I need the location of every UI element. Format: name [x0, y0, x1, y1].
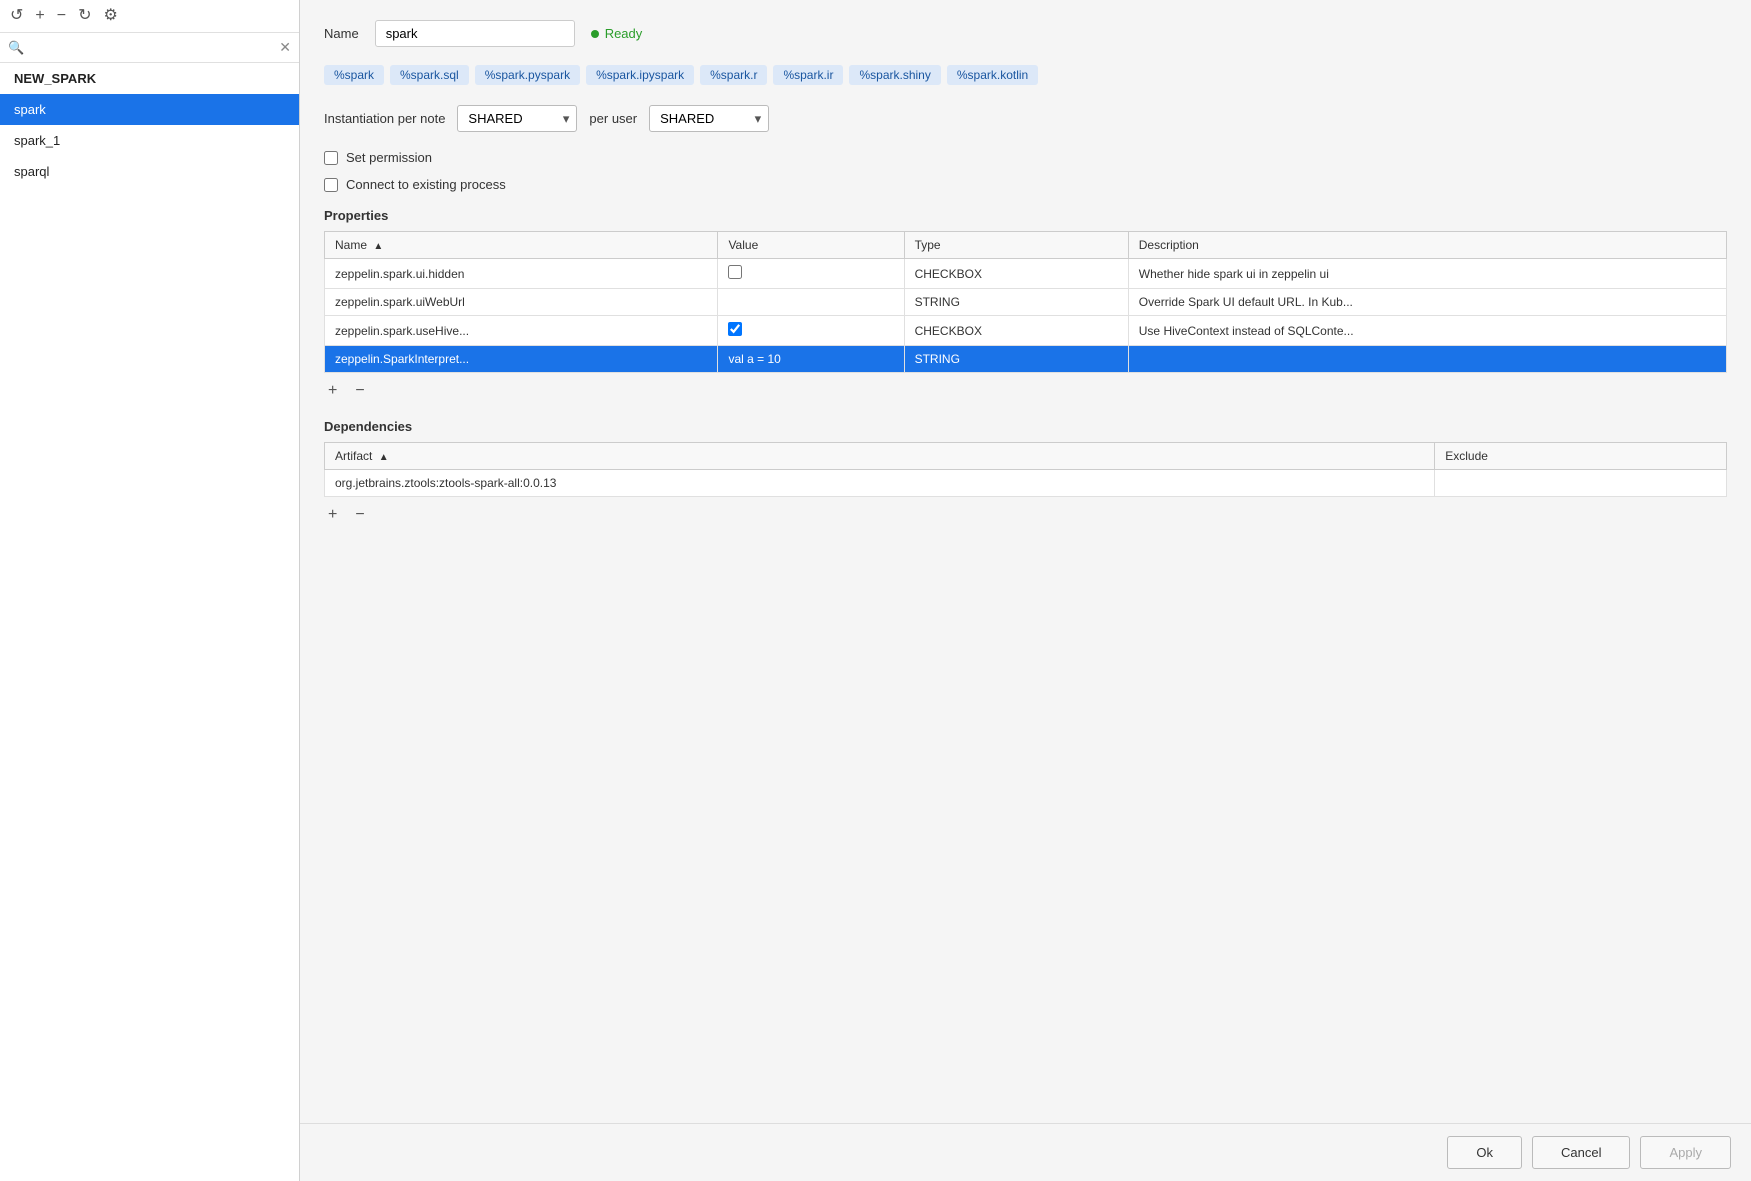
connect-existing-label: Connect to existing process: [346, 177, 506, 192]
sidebar-toolbar: ↺ + − ↻ ⚙: [0, 0, 299, 33]
minus-icon[interactable]: −: [57, 8, 66, 24]
col-description[interactable]: Description: [1128, 232, 1726, 259]
content-body: Name Ready %spark %spark.sql %spark.pyspar…: [300, 0, 1751, 1123]
table-row[interactable]: zeppelin.spark.useHive... CHECKBOXUse Hiv…: [325, 316, 1727, 346]
tag-spark_sql: %spark.sql: [390, 65, 469, 85]
sidebar-item-spark_1[interactable]: spark_1: [0, 125, 299, 156]
apply-button[interactable]: Apply: [1640, 1136, 1731, 1169]
tag-spark_pyspark: %spark.pyspark: [475, 65, 580, 85]
prop-type-cell: STRING: [904, 289, 1128, 316]
dependencies-section: Dependencies Artifact ▲ Exclude org.jetb…: [324, 419, 1727, 525]
add-icon[interactable]: +: [35, 8, 44, 24]
settings-icon[interactable]: ⚙: [104, 8, 118, 24]
content-panel: Name Ready %spark %spark.sql %spark.pyspar…: [300, 0, 1751, 1181]
prop-name-cell: zeppelin.SparkInterpret...: [325, 346, 718, 373]
dep-artifact-cell: org.jetbrains.ztools:ztools-spark-all:0.…: [325, 470, 1435, 497]
prop-type-cell: STRING: [904, 346, 1128, 373]
per-user-label: per user: [589, 111, 637, 126]
deps-remove-btn[interactable]: −: [351, 505, 368, 525]
col-name[interactable]: Name ▲: [325, 232, 718, 259]
properties-table: Name ▲ Value Type Description zeppelin.s…: [324, 231, 1727, 373]
connect-existing-row: Connect to existing process: [324, 177, 1727, 192]
refresh-icon[interactable]: ↺: [10, 8, 23, 24]
tag-spark_ir: %spark.ir: [773, 65, 843, 85]
properties-add-remove: + −: [324, 381, 1727, 401]
search-icon: 🔍: [8, 40, 24, 56]
table-row[interactable]: zeppelin.spark.uiWebUrl STRINGOverride Sp…: [325, 289, 1727, 316]
properties-title: Properties: [324, 208, 1727, 223]
instantiation-row: Instantiation per note SHARED SCOPED ISO…: [324, 105, 1727, 132]
prop-value-cell: [718, 316, 904, 346]
name-label: Name: [324, 26, 359, 41]
prop-description-cell: Override Spark UI default URL. In Kub...: [1128, 289, 1726, 316]
table-row[interactable]: zeppelin.SparkInterpret...val a = 10STRI…: [325, 346, 1727, 373]
deps-add-remove: + −: [324, 505, 1727, 525]
header-row: Name Ready: [324, 20, 1727, 47]
tags-row: %spark %spark.sql %spark.pyspark %spark.ipy…: [324, 65, 1727, 85]
col-type[interactable]: Type: [904, 232, 1128, 259]
properties-add-btn[interactable]: +: [324, 381, 341, 401]
cancel-button[interactable]: Cancel: [1532, 1136, 1630, 1169]
status-label: Ready: [605, 26, 643, 41]
prop-name-cell: zeppelin.spark.useHive...: [325, 316, 718, 346]
table-row[interactable]: zeppelin.spark.ui.hidden CHECKBOXWhether …: [325, 259, 1727, 289]
sidebar: ↺ + − ↻ ⚙ 🔍 spa ✕ NEW_SPARKsparkspark_1s…: [0, 0, 300, 1181]
tag-spark: %spark: [324, 65, 384, 85]
status-badge: Ready: [591, 26, 643, 41]
deps-add-btn[interactable]: +: [324, 505, 341, 525]
sidebar-item-NEW_SPARK[interactable]: NEW_SPARK: [0, 63, 299, 94]
prop-name-cell: zeppelin.spark.uiWebUrl: [325, 289, 718, 316]
status-dot: [591, 30, 599, 38]
per-user-select[interactable]: SHARED SCOPED ISOLATED: [649, 105, 769, 132]
dep-exclude-cell: [1435, 470, 1727, 497]
per-user-select-wrapper: SHARED SCOPED ISOLATED: [649, 105, 769, 132]
search-bar: 🔍 spa ✕: [0, 33, 299, 63]
col-artifact[interactable]: Artifact ▲: [325, 443, 1435, 470]
properties-section: Properties Name ▲ Value Type Description…: [324, 208, 1727, 401]
sidebar-list: NEW_SPARKsparkspark_1sparql: [0, 63, 299, 1181]
tag-spark_shiny: %spark.shiny: [849, 65, 940, 85]
footer: Ok Cancel Apply: [300, 1123, 1751, 1181]
prop-description-cell: [1128, 346, 1726, 373]
prop-type-cell: CHECKBOX: [904, 316, 1128, 346]
tag-spark_r: %spark.r: [700, 65, 767, 85]
instantiation-select[interactable]: SHARED SCOPED ISOLATED: [457, 105, 577, 132]
prop-type-cell: CHECKBOX: [904, 259, 1128, 289]
sidebar-item-sparql[interactable]: sparql: [0, 156, 299, 187]
prop-description-cell: Use HiveContext instead of SQLConte...: [1128, 316, 1726, 346]
col-exclude[interactable]: Exclude: [1435, 443, 1727, 470]
instantiation-label: Instantiation per note: [324, 111, 445, 126]
tag-spark_ipyspark: %spark.ipyspark: [586, 65, 694, 85]
tag-spark_kotlin: %spark.kotlin: [947, 65, 1038, 85]
prop-name-cell: zeppelin.spark.ui.hidden: [325, 259, 718, 289]
reload-icon[interactable]: ↻: [78, 8, 91, 24]
prop-value-checkbox[interactable]: [728, 322, 742, 336]
prop-description-cell: Whether hide spark ui in zeppelin ui: [1128, 259, 1726, 289]
set-permission-checkbox[interactable]: [324, 151, 338, 165]
search-input[interactable]: spa: [30, 40, 273, 55]
connect-existing-checkbox[interactable]: [324, 178, 338, 192]
prop-value-cell: [718, 259, 904, 289]
dependencies-title: Dependencies: [324, 419, 1727, 434]
dependencies-table: Artifact ▲ Exclude org.jetbrains.ztools:…: [324, 442, 1727, 497]
prop-value-cell[interactable]: val a = 10: [718, 346, 904, 373]
table-row[interactable]: org.jetbrains.ztools:ztools-spark-all:0.…: [325, 470, 1727, 497]
instantiation-select-wrapper: SHARED SCOPED ISOLATED: [457, 105, 577, 132]
col-value[interactable]: Value: [718, 232, 904, 259]
search-clear-icon[interactable]: ✕: [279, 39, 291, 56]
properties-remove-btn[interactable]: −: [351, 381, 368, 401]
set-permission-label: Set permission: [346, 150, 432, 165]
main-layout: ↺ + − ↻ ⚙ 🔍 spa ✕ NEW_SPARKsparkspark_1s…: [0, 0, 1751, 1181]
name-input[interactable]: [375, 20, 575, 47]
prop-value-checkbox[interactable]: [728, 265, 742, 279]
sidebar-item-spark[interactable]: spark: [0, 94, 299, 125]
ok-button[interactable]: Ok: [1447, 1136, 1522, 1169]
set-permission-row: Set permission: [324, 150, 1727, 165]
prop-value-cell: [718, 289, 904, 316]
